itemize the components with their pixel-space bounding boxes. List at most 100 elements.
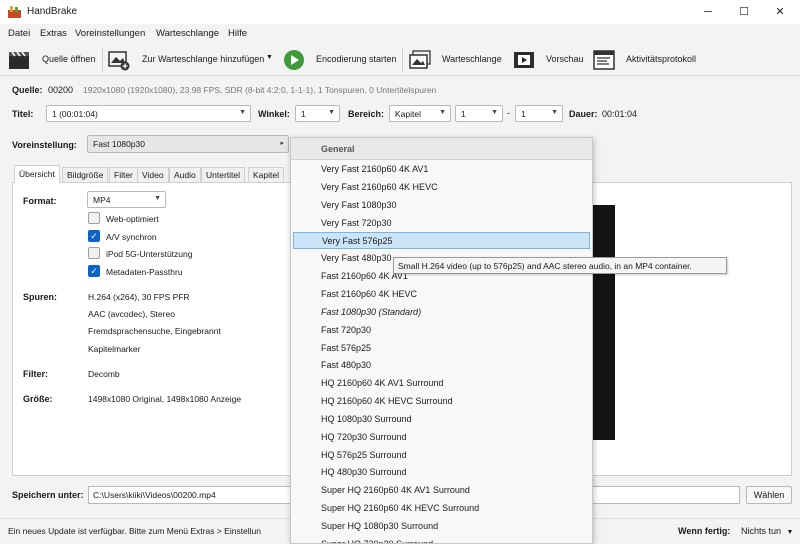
source-label: Quelle: xyxy=(12,85,43,95)
preset-item[interactable]: Fast 2160p60 4K HEVC xyxy=(293,286,590,303)
preset-item[interactable]: HQ 1080p30 Surround xyxy=(293,411,590,428)
queue-label: Warteschlange xyxy=(442,54,502,64)
title-label: Titel: xyxy=(12,109,34,119)
angle-select[interactable]: 1 ▼ xyxy=(295,105,340,122)
track-line: Fremdsprachensuche, Eingebrannt xyxy=(88,326,221,336)
activity-log-label: Aktivitätsprotokoll xyxy=(626,54,697,64)
chevron-down-icon[interactable]: ▼ xyxy=(266,54,273,61)
track-line: H.264 (x264), 30 FPS PFR xyxy=(88,292,190,302)
preset-item[interactable]: HQ 480p30 Surround xyxy=(293,464,590,481)
preset-item[interactable]: Fast 1080p30 (Standard) xyxy=(293,304,590,321)
save-as-label: Speichern unter: xyxy=(12,490,84,500)
window-title: HandBrake xyxy=(27,6,78,17)
av-sync-checkbox[interactable]: ✓ xyxy=(88,230,100,242)
source-info: 1920x1080 (1920x1080), 23.98 FPS, SDR (8… xyxy=(83,85,437,95)
tab-dimensions[interactable]: Bildgröße xyxy=(62,167,109,182)
preset-group-header: General xyxy=(291,138,592,160)
when-done-select[interactable]: Nichts tun ▼ xyxy=(741,526,793,536)
metadata-passthru-checkbox[interactable]: ✓ xyxy=(88,265,100,277)
range-start-select[interactable]: 1 ▼ xyxy=(455,105,503,122)
menu-help[interactable]: Hilfe xyxy=(228,28,247,39)
preview-label: Vorschau xyxy=(546,54,584,64)
film-icon xyxy=(514,52,534,68)
activity-log-button[interactable]: Aktivitätsprotokoll xyxy=(593,48,713,72)
open-source-label: Quelle öffnen xyxy=(42,54,96,64)
menu-extras[interactable]: Extras xyxy=(40,28,67,39)
queue-button[interactable]: Warteschlange xyxy=(409,48,504,72)
menu-file[interactable]: Datei xyxy=(8,28,30,39)
browse-button[interactable]: Wählen xyxy=(746,486,792,504)
metadata-passthru-label: Metadaten-Passthru xyxy=(106,267,183,277)
add-queue-label: Zur Warteschlange hinzufügen xyxy=(142,54,265,64)
preset-select-value: Fast 1080p30 xyxy=(93,139,145,149)
range-type-select[interactable]: Kapitel ▼ xyxy=(389,105,451,122)
tab-chapters[interactable]: Kapitel xyxy=(248,167,284,182)
web-optimized-checkbox[interactable] xyxy=(88,212,100,224)
menu-presets[interactable]: Voreinstellungen xyxy=(75,28,145,39)
track-line: Kapitelmarker xyxy=(88,344,141,354)
title-select-value: 1 (00:01:04) xyxy=(52,109,98,119)
preset-item[interactable]: HQ 576p25 Surround xyxy=(293,447,590,464)
range-end-select[interactable]: 1 ▼ xyxy=(515,105,563,122)
ipod-checkbox[interactable] xyxy=(88,247,100,259)
log-terminal-icon xyxy=(593,50,615,70)
clapperboard-icon xyxy=(9,51,29,69)
duration-value: 00:01:04 xyxy=(602,109,638,119)
tab-audio[interactable]: Audio xyxy=(169,167,201,182)
tab-subtitles[interactable]: Untertitel xyxy=(201,167,246,182)
handbrake-logo-icon xyxy=(8,6,21,18)
preview-button[interactable]: Vorschau xyxy=(513,48,584,72)
start-encode-button[interactable]: Encodierung starten xyxy=(283,48,398,72)
filter-value: Decomb xyxy=(88,369,120,379)
filter-label: Filter: xyxy=(23,369,49,379)
track-line: AAC (avcodec), Stereo xyxy=(88,309,175,319)
size-label: Größe: xyxy=(23,394,53,404)
web-optimized-label: Web-optimiert xyxy=(106,214,159,224)
duration-label: Dauer: xyxy=(569,109,598,119)
play-icon xyxy=(284,50,304,70)
preset-item[interactable]: Super HQ 1080p30 Surround xyxy=(293,518,590,535)
chevron-down-icon: ▼ xyxy=(154,195,161,202)
preset-item[interactable]: Fast 720p30 xyxy=(293,322,590,339)
chevron-right-icon: ▸ xyxy=(280,140,284,147)
minimize-button[interactable]: ─ xyxy=(690,0,726,24)
tab-filters[interactable]: Filter xyxy=(109,167,138,182)
preset-dropdown: General Very Fast 2160p60 4K AV1 Very Fas… xyxy=(290,137,593,544)
menu-queue[interactable]: Warteschlange xyxy=(156,28,219,39)
update-message[interactable]: Ein neues Update ist verfügbar. Bitte zu… xyxy=(8,526,261,536)
preset-item[interactable]: HQ 720p30 Surround xyxy=(293,429,590,446)
angle-label: Winkel: xyxy=(258,109,290,119)
maximize-button[interactable]: ☐ xyxy=(726,0,762,24)
tab-video[interactable]: Video xyxy=(137,167,169,182)
preset-item[interactable]: Very Fast 2160p60 4K HEVC xyxy=(293,179,590,196)
when-done-label: Wenn fertig: xyxy=(678,526,731,536)
format-select[interactable]: MP4 ▼ xyxy=(87,191,166,208)
preset-item[interactable]: Fast 480p30 xyxy=(293,357,590,374)
tab-summary[interactable]: Übersicht xyxy=(14,165,60,183)
preset-label: Voreinstellung: xyxy=(12,140,77,150)
close-button[interactable]: ✕ xyxy=(762,0,798,24)
open-source-button[interactable]: Quelle öffnen xyxy=(8,48,95,72)
preset-item[interactable]: Super HQ 720p30 Surround xyxy=(293,536,590,543)
add-queue-icon xyxy=(108,51,130,71)
chevron-down-icon: ▼ xyxy=(328,109,335,116)
preset-item[interactable]: HQ 2160p60 4K HEVC Surround xyxy=(293,393,590,410)
preset-item[interactable]: Very Fast 2160p60 4K AV1 xyxy=(293,161,590,178)
preset-tooltip: Small H.264 video (up to 576p25) and AAC… xyxy=(393,257,727,274)
preset-item[interactable]: Fast 576p25 xyxy=(293,340,590,357)
preset-item[interactable]: Very Fast 576p25 xyxy=(293,232,590,250)
preset-item[interactable]: Very Fast 1080p30 xyxy=(293,197,590,214)
format-label: Format: xyxy=(23,196,57,206)
range-type-value: Kapitel xyxy=(395,109,421,119)
add-to-queue-button[interactable]: Zur Warteschlange hinzufügen ▼ xyxy=(108,48,278,72)
preset-item[interactable]: HQ 2160p60 4K AV1 Surround xyxy=(293,375,590,392)
preset-item[interactable]: Very Fast 720p30 xyxy=(293,215,590,232)
preset-select[interactable]: Fast 1080p30 ▸ xyxy=(87,135,289,153)
preset-item[interactable]: Super HQ 2160p60 4K AV1 Surround xyxy=(293,482,590,499)
av-sync-label: A/V synchron xyxy=(106,232,157,242)
range-end-value: 1 xyxy=(521,109,526,119)
title-select[interactable]: 1 (00:01:04) ▼ xyxy=(46,105,251,122)
toolbar-separator xyxy=(402,48,403,72)
queue-icon xyxy=(409,50,431,69)
preset-item[interactable]: Super HQ 2160p60 4K HEVC Surround xyxy=(293,500,590,517)
